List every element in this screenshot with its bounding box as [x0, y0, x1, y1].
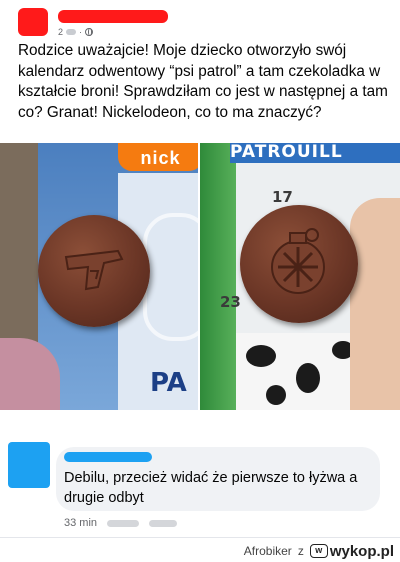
calendar-day-number: 17	[272, 188, 293, 206]
commenter-avatar-redacted[interactable]	[8, 442, 50, 488]
nickelodeon-logo: nick	[118, 143, 198, 171]
post-time[interactable]: 2	[58, 27, 63, 37]
post-meta: 2 ·	[58, 27, 94, 37]
green-background	[200, 143, 236, 410]
wykop-site-name: wykop.pl	[329, 542, 394, 560]
like-button-redacted[interactable]	[107, 519, 140, 527]
chocolate-gun-coin	[38, 215, 150, 327]
watermark-author: Afrobiker	[243, 544, 292, 558]
facebook-post: 2 · Rodzice uważajcie! Moje dziecko otwo…	[0, 0, 400, 538]
author-name-redacted[interactable]	[58, 10, 168, 23]
watermark-bar: Afrobiker z w wykop.pl	[0, 540, 400, 562]
meta-dot: ·	[79, 27, 83, 37]
wykop-logo: w wykop.pl	[309, 542, 394, 560]
author-avatar-redacted[interactable]	[18, 8, 48, 36]
calendar-bottom-text: PA	[150, 368, 187, 398]
wykop-logo-icon: w	[309, 544, 328, 558]
comment-time[interactable]: 33 min	[64, 517, 97, 529]
comment-text: Debilu, przecież widać że pierwsze to ły…	[64, 470, 358, 506]
gun-shape-icon	[64, 249, 124, 291]
paw-patrol-banner: PATROUILL	[230, 143, 400, 163]
globe-icon	[85, 28, 94, 36]
chocolate-grenade-coin	[240, 205, 358, 323]
post-header: 2 ·	[18, 8, 378, 42]
grenade-shape-icon	[271, 228, 325, 294]
time-redacted	[66, 29, 77, 35]
calendar-day-number: 23	[220, 293, 241, 311]
commenter-name-redacted[interactable]	[64, 452, 152, 462]
reply-button-redacted[interactable]	[149, 519, 178, 527]
comment-meta: 33 min	[64, 517, 178, 529]
post-text: Rodzice uważajcie! Moje dziecko otworzył…	[18, 42, 393, 121]
watermark-separator: z	[297, 544, 304, 558]
cow-pattern	[236, 333, 366, 410]
photo-left[interactable]: nick PA	[0, 143, 198, 410]
photo-right[interactable]: PATROUILL 17 23	[200, 143, 400, 410]
pink-object	[0, 338, 60, 410]
